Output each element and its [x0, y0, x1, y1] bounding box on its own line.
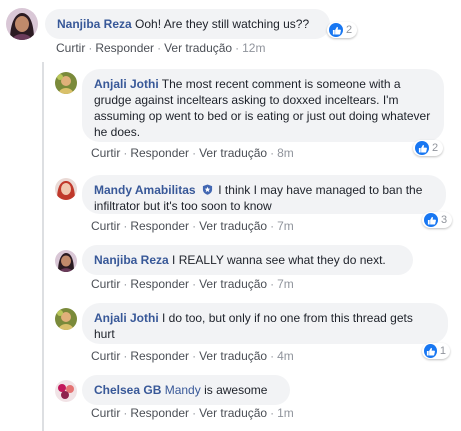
avatar-icon: [55, 178, 77, 200]
like-link[interactable]: Curtir: [91, 349, 120, 363]
reply-link[interactable]: Responder: [130, 219, 189, 233]
separator: ·: [270, 277, 275, 291]
comment-bubble: Nanjiba Reza I REALLY wanna see what the…: [82, 245, 413, 275]
separator: ·: [270, 219, 275, 233]
mention-link[interactable]: Mandy: [165, 383, 201, 397]
translate-link[interactable]: Ver tradução: [199, 406, 267, 420]
like-icon: [424, 344, 437, 358]
separator: ·: [235, 41, 240, 55]
separator: ·: [192, 219, 197, 233]
like-link[interactable]: Curtir: [56, 41, 85, 55]
comment-author[interactable]: Nanjiba Reza: [57, 17, 132, 31]
avatar[interactable]: [55, 250, 77, 272]
avatar-icon: [55, 308, 77, 330]
comment-author[interactable]: Nanjiba Reza: [94, 253, 169, 267]
separator: ·: [192, 406, 197, 420]
reaction-count[interactable]: 2: [327, 22, 357, 38]
comment-bubble: Nanjiba Reza Ooh! Are they still watchin…: [45, 9, 330, 39]
reaction-count[interactable]: 2: [413, 140, 443, 156]
comment-bubble: Anjali Jothi I do too, but only if no on…: [82, 303, 448, 344]
comment-bubble: Mandy Amabilitas I think I may have mana…: [82, 175, 446, 214]
timestamp[interactable]: 1m: [277, 406, 294, 420]
reaction-number: 1: [439, 345, 446, 357]
comment-actions: Curtir · Responder · Ver tradução · 12m: [56, 41, 265, 55]
avatar[interactable]: [6, 8, 38, 40]
comment-actions: Curtir · Responder · Ver tradução · 4m: [91, 349, 294, 363]
separator: ·: [270, 349, 275, 363]
comment-actions: Curtir · Responder · Ver tradução · 7m: [91, 219, 294, 233]
reply-link[interactable]: Responder: [95, 41, 154, 55]
like-icon: [424, 213, 438, 227]
separator: ·: [123, 406, 128, 420]
translate-link[interactable]: Ver tradução: [199, 349, 267, 363]
reaction-count[interactable]: 3: [422, 212, 452, 228]
separator: ·: [123, 349, 128, 363]
reaction-number: 2: [432, 142, 439, 154]
reaction-number: 2: [346, 24, 353, 36]
comment-bubble: Anjali Jothi The most recent comment is …: [82, 69, 444, 142]
admin-shield-icon: [202, 184, 213, 195]
comment-author[interactable]: Mandy Amabilitas: [94, 183, 196, 197]
separator: ·: [123, 146, 128, 160]
translate-link[interactable]: Ver tradução: [199, 219, 267, 233]
reaction-number: 3: [441, 214, 448, 226]
timestamp[interactable]: 12m: [242, 41, 265, 55]
separator: ·: [192, 277, 197, 291]
reply-link[interactable]: Responder: [130, 349, 189, 363]
comment-text: is awesome: [204, 383, 268, 397]
reply-link[interactable]: Responder: [130, 277, 189, 291]
separator: ·: [270, 146, 275, 160]
timestamp[interactable]: 8m: [277, 146, 294, 160]
comment-text: I REALLY wanna see what they do next.: [172, 253, 386, 267]
separator: ·: [192, 349, 197, 363]
separator: ·: [123, 219, 128, 233]
comment-text: Ooh! Are they still watching us??: [135, 17, 310, 31]
avatar-icon: [55, 380, 77, 402]
reply-link[interactable]: Responder: [130, 146, 189, 160]
comment-author[interactable]: Anjali Jothi: [94, 77, 159, 91]
separator: ·: [88, 41, 93, 55]
like-icon: [329, 23, 343, 37]
separator: ·: [270, 406, 275, 420]
separator: ·: [157, 41, 162, 55]
like-icon: [415, 141, 429, 155]
separator: ·: [123, 277, 128, 291]
like-link[interactable]: Curtir: [91, 146, 120, 160]
translate-link[interactable]: Ver tradução: [199, 277, 267, 291]
comment-author[interactable]: Anjali Jothi: [94, 311, 159, 325]
like-link[interactable]: Curtir: [91, 406, 120, 420]
like-link[interactable]: Curtir: [91, 277, 120, 291]
avatar[interactable]: [55, 308, 77, 330]
comment-actions: Curtir · Responder · Ver tradução · 8m: [91, 146, 294, 160]
translate-link[interactable]: Ver tradução: [164, 41, 232, 55]
separator: ·: [192, 146, 197, 160]
timestamp[interactable]: 4m: [277, 349, 294, 363]
avatar-icon: [6, 8, 38, 40]
comment-actions: Curtir · Responder · Ver tradução · 1m: [91, 406, 294, 420]
comment-author[interactable]: Chelsea GB: [94, 383, 161, 397]
reply-link[interactable]: Responder: [130, 406, 189, 420]
comment-bubble: Chelsea GB Mandy is awesome: [82, 375, 290, 405]
translate-link[interactable]: Ver tradução: [199, 146, 267, 160]
avatar[interactable]: [55, 178, 77, 200]
like-link[interactable]: Curtir: [91, 219, 120, 233]
comment-actions: Curtir · Responder · Ver tradução · 7m: [91, 277, 294, 291]
reply-thread-rail: [42, 62, 44, 431]
reaction-count[interactable]: 1: [422, 343, 450, 359]
avatar-icon: [55, 250, 77, 272]
timestamp[interactable]: 7m: [277, 219, 294, 233]
timestamp[interactable]: 7m: [277, 277, 294, 291]
avatar[interactable]: [55, 72, 77, 94]
avatar-icon: [55, 72, 77, 94]
avatar[interactable]: [55, 380, 77, 402]
